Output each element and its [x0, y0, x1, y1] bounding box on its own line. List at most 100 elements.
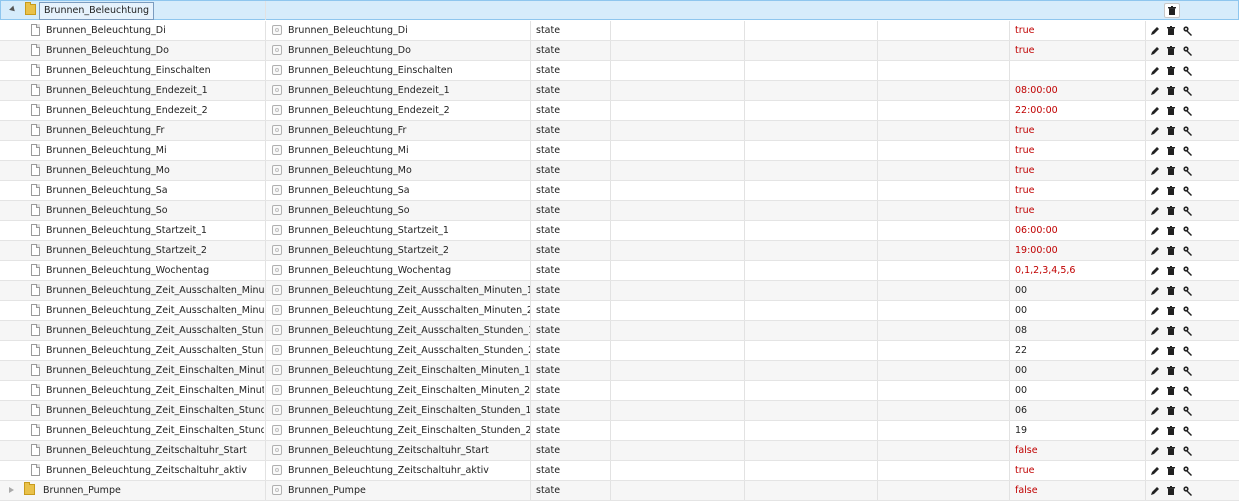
delete-button[interactable]	[1165, 244, 1177, 257]
edit-button[interactable]	[1149, 344, 1161, 357]
row-value[interactable]: 08:00:00	[1009, 81, 1145, 100]
settings-button[interactable]	[1182, 284, 1194, 297]
delete-button[interactable]	[1165, 24, 1177, 37]
delete-button[interactable]	[1165, 264, 1177, 277]
settings-button[interactable]	[1182, 384, 1194, 397]
state-row[interactable]: Brunnen_Beleuchtung_Einschalten Brunnen_…	[0, 61, 1239, 81]
state-row[interactable]: Brunnen_Beleuchtung_Zeit_Ausschalten_Min…	[0, 301, 1239, 321]
row-value[interactable]: true	[1009, 181, 1145, 200]
settings-button[interactable]	[1182, 224, 1194, 237]
settings-button[interactable]	[1182, 444, 1194, 457]
settings-button[interactable]	[1182, 364, 1194, 377]
state-row[interactable]: Brunnen_Beleuchtung_Startzeit_2 Brunnen_…	[0, 241, 1239, 261]
state-row[interactable]: Brunnen_Beleuchtung_Zeit_Ausschalten_Stu…	[0, 321, 1239, 341]
row-value[interactable]: false	[1009, 481, 1145, 500]
state-row[interactable]: Brunnen_Beleuchtung_Wochentag Brunnen_Be…	[0, 261, 1239, 281]
state-row[interactable]: Brunnen_Beleuchtung_Zeit_Einschalten_Min…	[0, 361, 1239, 381]
settings-button[interactable]	[1182, 204, 1194, 217]
edit-button[interactable]	[1149, 304, 1161, 317]
folder-delete-button[interactable]	[1164, 3, 1180, 18]
edit-button[interactable]	[1149, 404, 1161, 417]
settings-button[interactable]	[1182, 44, 1194, 57]
settings-button[interactable]	[1182, 484, 1194, 497]
settings-button[interactable]	[1182, 404, 1194, 417]
settings-button[interactable]	[1182, 84, 1194, 97]
row-value[interactable]: 00	[1009, 361, 1145, 380]
settings-button[interactable]	[1182, 264, 1194, 277]
row-value[interactable]: 06	[1009, 401, 1145, 420]
delete-button[interactable]	[1165, 384, 1177, 397]
row-value[interactable]: 19:00:00	[1009, 241, 1145, 260]
delete-button[interactable]	[1165, 284, 1177, 297]
delete-button[interactable]	[1165, 124, 1177, 137]
settings-button[interactable]	[1182, 464, 1194, 477]
delete-button[interactable]	[1165, 144, 1177, 157]
settings-button[interactable]	[1182, 324, 1194, 337]
edit-button[interactable]	[1149, 484, 1161, 497]
state-row[interactable]: Brunnen_Beleuchtung_Zeit_Ausschalten_Stu…	[0, 341, 1239, 361]
edit-button[interactable]	[1149, 424, 1161, 437]
row-value[interactable]: true	[1009, 461, 1145, 480]
edit-button[interactable]	[1149, 184, 1161, 197]
settings-button[interactable]	[1182, 244, 1194, 257]
edit-button[interactable]	[1149, 284, 1161, 297]
row-value[interactable]: 19	[1009, 421, 1145, 440]
delete-button[interactable]	[1165, 404, 1177, 417]
state-row[interactable]: Brunnen_Beleuchtung_Fr Brunnen_Beleuchtu…	[0, 121, 1239, 141]
folder-name[interactable]: Brunnen_Pumpe	[38, 482, 126, 500]
row-value[interactable]: 06:00:00	[1009, 221, 1145, 240]
row-value[interactable]: 00	[1009, 381, 1145, 400]
settings-button[interactable]	[1182, 304, 1194, 317]
row-value[interactable]: 08	[1009, 321, 1145, 340]
collapse-arrow-icon[interactable]	[9, 487, 14, 493]
edit-button[interactable]	[1149, 24, 1161, 37]
edit-button[interactable]	[1149, 444, 1161, 457]
state-row[interactable]: Brunnen_Beleuchtung_Di Brunnen_Beleuchtu…	[0, 21, 1239, 41]
delete-button[interactable]	[1165, 444, 1177, 457]
row-value[interactable]: 00	[1009, 281, 1145, 300]
delete-button[interactable]	[1165, 484, 1177, 497]
delete-button[interactable]	[1165, 344, 1177, 357]
state-row[interactable]: Brunnen_Beleuchtung_Do Brunnen_Beleuchtu…	[0, 41, 1239, 61]
edit-button[interactable]	[1149, 124, 1161, 137]
delete-button[interactable]	[1165, 84, 1177, 97]
delete-button[interactable]	[1165, 44, 1177, 57]
row-value[interactable]: true	[1009, 201, 1145, 220]
expand-arrow-icon[interactable]	[9, 5, 17, 14]
settings-button[interactable]	[1182, 64, 1194, 77]
folder-row-brunnen-pumpe[interactable]: Brunnen_Pumpe Brunnen_Pumpe state false	[0, 481, 1239, 501]
state-row[interactable]: Brunnen_Beleuchtung_Zeit_Einschalten_Stu…	[0, 421, 1239, 441]
row-value[interactable]: true	[1009, 121, 1145, 140]
settings-button[interactable]	[1182, 164, 1194, 177]
edit-button[interactable]	[1149, 384, 1161, 397]
delete-button[interactable]	[1165, 364, 1177, 377]
row-value[interactable]: true	[1009, 41, 1145, 60]
row-value[interactable]: true	[1009, 21, 1145, 40]
delete-button[interactable]	[1165, 464, 1177, 477]
edit-button[interactable]	[1149, 324, 1161, 337]
settings-button[interactable]	[1182, 424, 1194, 437]
edit-button[interactable]	[1149, 464, 1161, 477]
settings-button[interactable]	[1182, 184, 1194, 197]
state-row[interactable]: Brunnen_Beleuchtung_Startzeit_1 Brunnen_…	[0, 221, 1239, 241]
state-row[interactable]: Brunnen_Beleuchtung_Zeit_Ausschalten_Min…	[0, 281, 1239, 301]
row-value[interactable]: 22	[1009, 341, 1145, 360]
settings-button[interactable]	[1182, 144, 1194, 157]
delete-button[interactable]	[1165, 184, 1177, 197]
state-row[interactable]: Brunnen_Beleuchtung_Zeitschaltuhr_aktiv …	[0, 461, 1239, 481]
edit-button[interactable]	[1149, 364, 1161, 377]
state-row[interactable]: Brunnen_Beleuchtung_Sa Brunnen_Beleuchtu…	[0, 181, 1239, 201]
row-value[interactable]: true	[1009, 141, 1145, 160]
edit-button[interactable]	[1149, 264, 1161, 277]
delete-button[interactable]	[1165, 224, 1177, 237]
state-row[interactable]: Brunnen_Beleuchtung_Endezeit_1 Brunnen_B…	[0, 81, 1239, 101]
row-value[interactable]: 22:00:00	[1009, 101, 1145, 120]
edit-button[interactable]	[1149, 224, 1161, 237]
edit-button[interactable]	[1149, 84, 1161, 97]
delete-button[interactable]	[1165, 164, 1177, 177]
state-row[interactable]: Brunnen_Beleuchtung_Zeitschaltuhr_Start …	[0, 441, 1239, 461]
edit-button[interactable]	[1149, 204, 1161, 217]
delete-button[interactable]	[1165, 304, 1177, 317]
delete-button[interactable]	[1165, 104, 1177, 117]
folder-name[interactable]: Brunnen_Beleuchtung	[39, 2, 155, 20]
